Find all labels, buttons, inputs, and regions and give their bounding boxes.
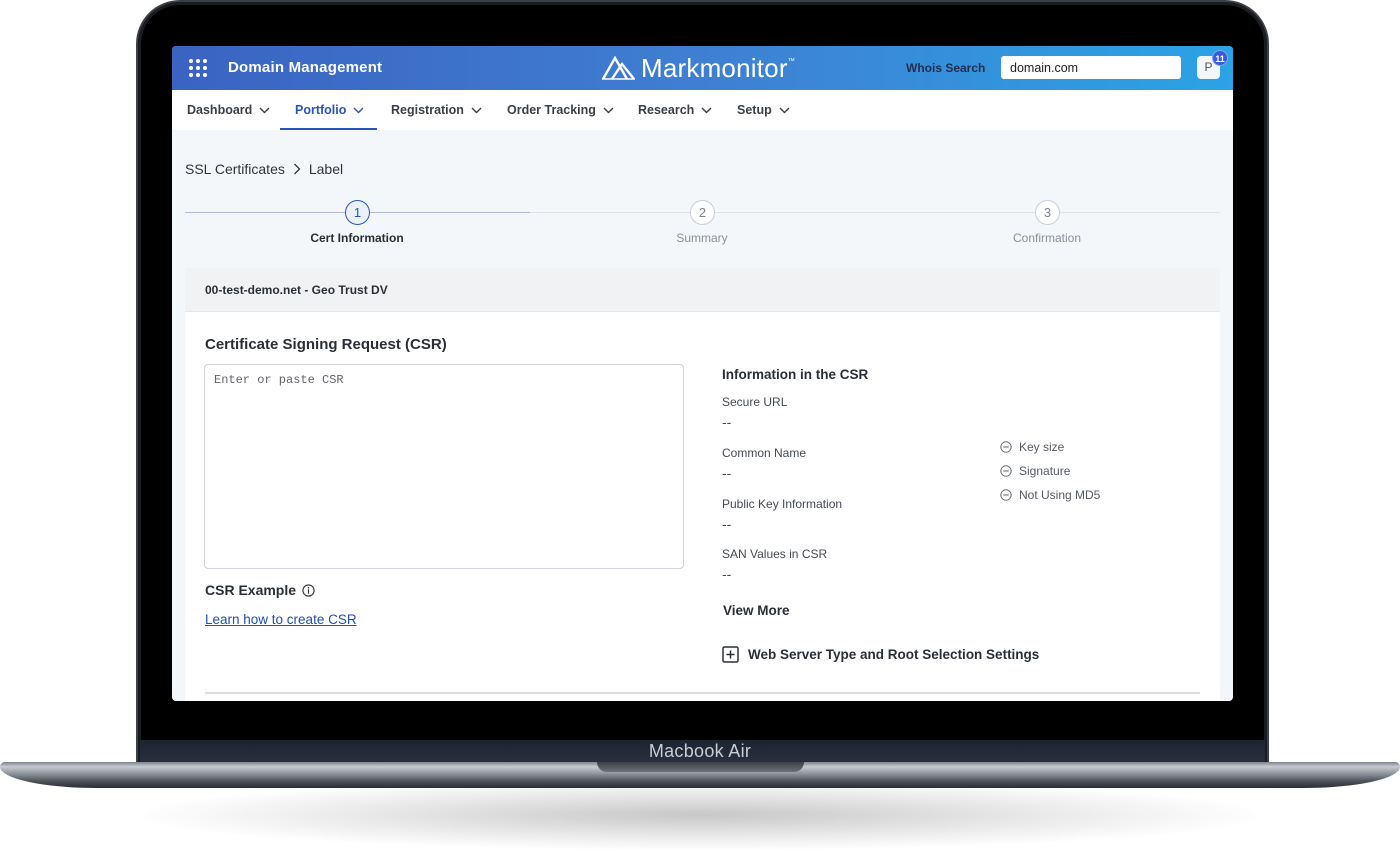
check-not-using-md5: Not Using MD5 (1000, 488, 1100, 502)
public-key-info-value: -- (722, 516, 732, 532)
chevron-down-icon (259, 107, 270, 113)
nav-item-registration[interactable]: Registration (391, 90, 482, 130)
san-values-value: -- (722, 566, 732, 582)
san-values-label: SAN Values in CSR (722, 547, 828, 561)
app-title: Domain Management (228, 59, 383, 76)
webserver-settings-toggle[interactable]: Web Server Type and Root Selection Setti… (722, 646, 1039, 663)
step-1-label: Cert Information (310, 231, 404, 245)
certificate-name: 00-test-demo.net - Geo Trust DV (205, 283, 388, 297)
webserver-settings-label: Web Server Type and Root Selection Setti… (748, 647, 1040, 662)
nav-item-label: Order Tracking (507, 103, 596, 117)
active-tab-indicator (280, 128, 377, 130)
nav-item-label: Setup (737, 103, 772, 117)
nav-item-label: Research (638, 103, 695, 117)
check-signature: Signature (1000, 464, 1070, 478)
section-divider (205, 692, 1200, 694)
chevron-down-icon (603, 107, 614, 113)
app-launcher-icon[interactable] (188, 58, 208, 78)
csr-example[interactable]: CSR Example (205, 582, 315, 598)
nav-item-dashboard[interactable]: Dashboard (187, 90, 270, 130)
device-label: Macbook Air (648, 741, 752, 761)
main-nav: Dashboard Portfolio Registration Order T… (172, 90, 1233, 130)
top-bar: Domain Management Markmonitor ™ Whois Se… (172, 46, 1233, 90)
info-icon[interactable] (302, 583, 315, 597)
laptop-shadow (140, 780, 1260, 850)
csr-section-title: Certificate Signing Request (CSR) (205, 336, 447, 353)
step-2-indicator: 2 (690, 200, 715, 225)
public-key-info-label: Public Key Information (722, 497, 843, 511)
csr-info-title: Information in the CSR (722, 367, 869, 382)
certificate-card-body: Certificate Signing Request (CSR) CSR Ex… (185, 312, 1220, 701)
laptop-hinge-notch (597, 762, 804, 772)
chevron-down-icon (779, 107, 790, 113)
check-label: Key size (1019, 440, 1065, 454)
nav-item-label: Portfolio (295, 103, 347, 117)
brand-logo[interactable]: Markmonitor ™ (602, 54, 795, 82)
learn-create-csr-link[interactable]: Learn how to create CSR (205, 612, 357, 627)
step-1-indicator: 1 (345, 200, 370, 225)
view-more-button[interactable]: View More (723, 603, 790, 618)
nav-item-label: Dashboard (187, 103, 253, 117)
secure-url-value: -- (722, 414, 732, 430)
common-name-value: -- (722, 465, 732, 481)
brand-trademark: ™ (787, 58, 795, 65)
check-label: Signature (1019, 464, 1071, 478)
nav-item-order-tracking[interactable]: Order Tracking (507, 90, 614, 130)
step-3-indicator: 3 (1035, 200, 1060, 225)
chevron-right-icon (293, 163, 301, 175)
secure-url-label: Secure URL (722, 395, 788, 409)
stepper-line-pending (530, 212, 1220, 213)
certificate-card-header: 00-test-demo.net - Geo Trust DV (185, 268, 1220, 312)
nav-item-label: Registration (391, 103, 464, 117)
minus-circle-icon (1000, 489, 1012, 501)
common-name-label: Common Name (722, 446, 807, 460)
chevron-down-icon (701, 107, 712, 113)
check-key-size: Key size (1000, 440, 1064, 454)
minus-circle-icon (1000, 465, 1012, 477)
chevron-down-icon (353, 107, 364, 113)
check-label: Not Using MD5 (1019, 488, 1101, 502)
nav-item-setup[interactable]: Setup (737, 90, 790, 130)
plus-square-icon (722, 646, 739, 663)
csr-input[interactable] (204, 364, 684, 569)
app-screen: Domain Management Markmonitor ™ Whois Se… (172, 46, 1233, 701)
nav-item-portfolio[interactable]: Portfolio (295, 90, 364, 130)
notification-badge[interactable]: 11 (1212, 50, 1228, 66)
whois-search-input[interactable] (1001, 56, 1181, 79)
csr-example-label: CSR Example (205, 582, 297, 598)
step-2-label: Summary (676, 231, 728, 245)
chevron-down-icon (471, 107, 482, 113)
nav-item-research[interactable]: Research (638, 90, 712, 130)
whois-search-label: Whois Search (906, 61, 986, 75)
markmonitor-logo-icon (602, 56, 635, 80)
breadcrumb-label: Label (308, 161, 344, 177)
brand-name: Markmonitor (641, 53, 788, 83)
step-3-label: Confirmation (1012, 231, 1082, 245)
minus-circle-icon (1000, 441, 1012, 453)
breadcrumb-ssl-certificates[interactable]: SSL Certificates (185, 161, 285, 177)
breadcrumb: SSL Certificates Label (185, 161, 343, 177)
